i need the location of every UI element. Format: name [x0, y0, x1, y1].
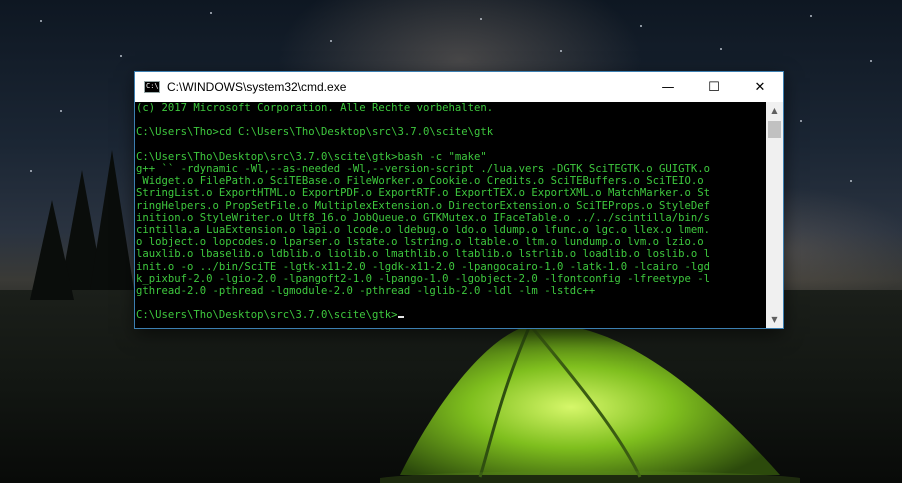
console-line: gthread-2.0 -pthread -lgmodule-2.0 -pthr… — [136, 285, 596, 298]
wallpaper-tree — [90, 150, 134, 290]
scroll-thumb[interactable] — [768, 121, 781, 138]
cmd-icon: C:\ — [144, 81, 160, 93]
console-line: lauxlib.o lbaselib.o ldblib.o liolib.o l… — [136, 248, 711, 261]
console-line: Widget.o FilePath.o SciTEBase.o FileWork… — [136, 175, 704, 188]
console-line: (c) 2017 Microsoft Corporation. Alle Rec… — [136, 102, 494, 114]
window-title: C:\WINDOWS\system32\cmd.exe — [167, 80, 347, 94]
text-cursor — [397, 316, 404, 319]
minimize-button[interactable]: — — [645, 72, 691, 102]
console-line: inition.o StyleWriter.o Utf8_16.o JobQue… — [136, 211, 711, 224]
cmd-window[interactable]: C:\ C:\WINDOWS\system32\cmd.exe — ☐ ✕ (c… — [135, 72, 783, 328]
console-line: C:\Users\Tho\Desktop\src\3.7.0\scite\gtk… — [136, 309, 766, 321]
maximize-icon: ☐ — [708, 79, 720, 95]
vertical-scrollbar[interactable]: ▲ ▼ — [766, 102, 783, 328]
wallpaper-tree — [30, 200, 74, 300]
scroll-down-icon[interactable]: ▼ — [766, 311, 783, 328]
console-line: C:\Users\Tho\Desktop\src\3.7.0\scite\gtk… — [136, 150, 487, 163]
console-line: o lobject.o lopcodes.o lparser.o lstate.… — [136, 236, 704, 249]
scroll-up-icon[interactable]: ▲ — [766, 102, 783, 119]
console-line: init.o -o ../bin/SciTE -lgtk-x11-2.0 -lg… — [136, 260, 711, 273]
minimize-icon: — — [661, 79, 675, 95]
console-line: ringHelpers.o PropSetFile.o MultiplexExt… — [136, 199, 711, 212]
close-button[interactable]: ✕ — [737, 72, 783, 102]
wallpaper-tent — [380, 324, 800, 483]
window-controls: — ☐ ✕ — [645, 72, 783, 102]
console-line: StringList.o ExportHTML.o ExportPDF.o Ex… — [136, 187, 711, 200]
console-line: g++ `` -rdynamic -Wl,--as-needed -Wl,--v… — [136, 163, 711, 176]
close-icon: ✕ — [754, 79, 766, 95]
console-line: C:\Users\Tho>cd C:\Users\Tho\Desktop\src… — [136, 126, 494, 139]
console-output[interactable]: (c) 2017 Microsoft Corporation. Alle Rec… — [135, 102, 766, 328]
console-line: k_pixbuf-2.0 -lgio-2.0 -lpangoft2-1.0 -l… — [136, 272, 711, 285]
maximize-button[interactable]: ☐ — [691, 72, 737, 102]
console-line: cintilla.a LuaExtension.o lapi.o lcode.o… — [136, 224, 711, 237]
title-bar[interactable]: C:\ C:\WINDOWS\system32\cmd.exe — ☐ ✕ — [135, 72, 783, 102]
